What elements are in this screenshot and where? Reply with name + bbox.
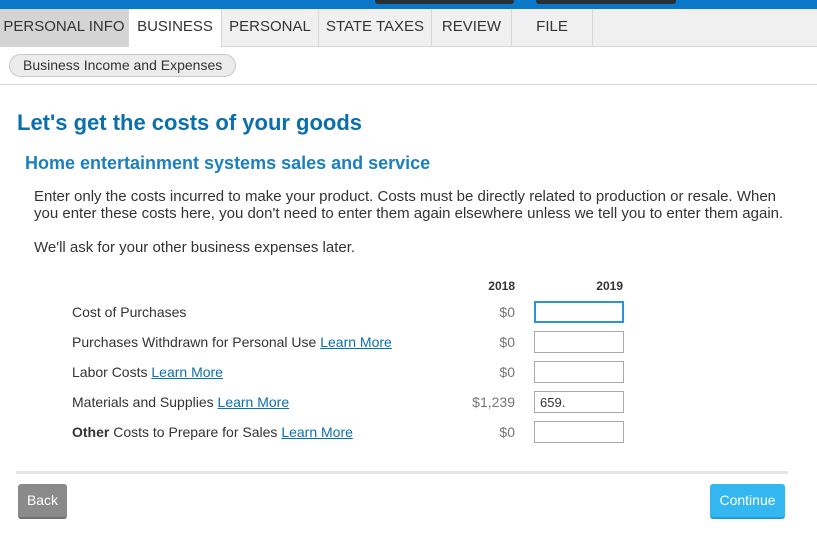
cost-row-labor: Labor Costs Learn More $0: [0, 361, 817, 385]
tab-state-taxes[interactable]: STATE TAXES: [319, 9, 432, 46]
labor-costs-input[interactable]: [534, 361, 624, 383]
nav-tabs: PERSONAL INFO BUSINESS PERSONAL STATE TA…: [0, 9, 817, 47]
learn-more-link[interactable]: Learn More: [281, 424, 353, 440]
cost-row-other: Other Costs to Prepare for Sales Learn M…: [0, 421, 817, 445]
breadcrumb-bar: Business Income and Expenses: [0, 47, 817, 85]
breadcrumb[interactable]: Business Income and Expenses: [9, 54, 237, 77]
row-label: Cost of Purchases: [72, 304, 187, 320]
tab-personal[interactable]: PERSONAL: [222, 9, 319, 46]
page-subtitle: Home entertainment systems sales and ser…: [25, 153, 431, 173]
topbar-button-left[interactable]: [375, 0, 514, 4]
learn-more-link[interactable]: Learn More: [320, 334, 392, 350]
tab-personal-info[interactable]: PERSONAL INFO: [0, 9, 129, 46]
top-app-bar: [0, 0, 817, 9]
tab-review[interactable]: REVIEW: [432, 9, 512, 46]
prior-year-value: $1,239: [472, 394, 515, 410]
row-label: Other Costs to Prepare for Sales Learn M…: [72, 424, 353, 440]
continue-button[interactable]: Continue: [710, 484, 785, 519]
tab-business[interactable]: BUSINESS: [129, 9, 222, 47]
purchases-withdrawn-input[interactable]: [534, 331, 624, 353]
tab-file[interactable]: FILE: [512, 9, 593, 46]
row-label: Labor Costs Learn More: [72, 364, 223, 380]
cost-row-personal-use: Purchases Withdrawn for Personal Use Lea…: [0, 331, 817, 355]
prior-year-value: $0: [499, 364, 515, 380]
prior-year-value: $0: [499, 424, 515, 440]
prior-year-value: $0: [499, 304, 515, 320]
note-text: We'll ask for your other business expens…: [34, 239, 356, 256]
row-label: Purchases Withdrawn for Personal Use Lea…: [72, 334, 392, 350]
prior-year-value: $0: [499, 334, 515, 350]
cost-row-purchases: Cost of Purchases $0: [0, 301, 817, 325]
row-label: Materials and Supplies Learn More: [72, 394, 290, 410]
learn-more-link[interactable]: Learn More: [151, 364, 223, 380]
back-button[interactable]: Back: [18, 484, 67, 519]
intro-text: Enter only the costs incurred to make yo…: [34, 188, 784, 222]
cost-row-materials: Materials and Supplies Learn More $1,239: [0, 391, 817, 415]
other-costs-input[interactable]: [534, 421, 624, 443]
materials-supplies-input[interactable]: [534, 391, 624, 413]
learn-more-link[interactable]: Learn More: [218, 394, 290, 410]
year-header-2018: 2018: [488, 279, 515, 293]
topbar-button-right[interactable]: [536, 0, 676, 4]
page-title: Let's get the costs of your goods: [17, 110, 363, 135]
cost-of-purchases-input[interactable]: [534, 301, 624, 323]
year-header-2019: 2019: [596, 279, 623, 293]
footer-divider: [16, 471, 788, 474]
